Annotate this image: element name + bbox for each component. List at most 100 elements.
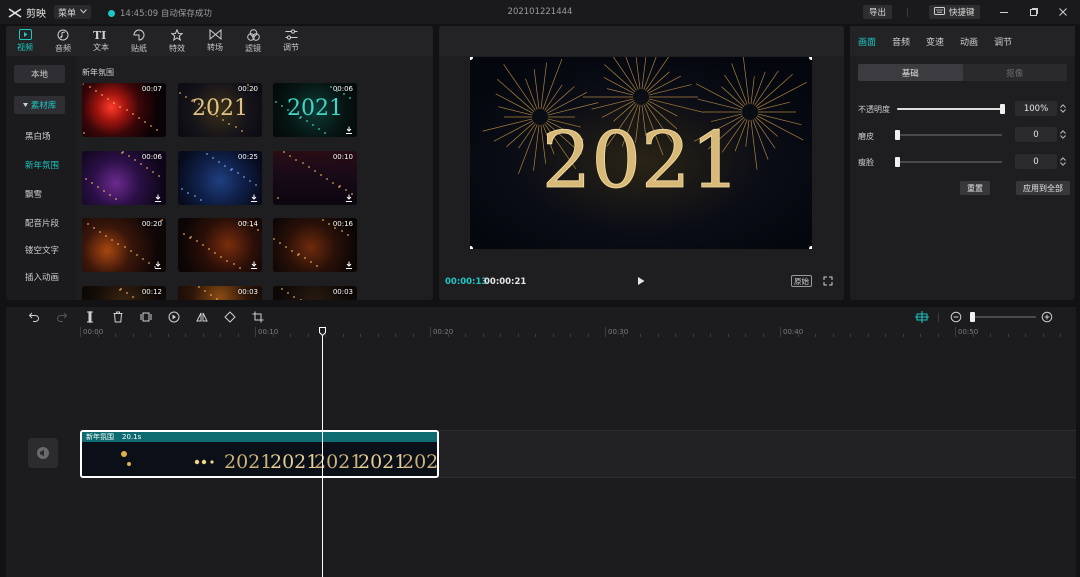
tab-animation[interactable]: 动画	[960, 35, 978, 48]
download-icon[interactable]	[154, 261, 162, 269]
track-mute-button[interactable]	[28, 438, 58, 468]
ruler-minor-tick	[132, 334, 134, 337]
tab-picture[interactable]: 画面	[858, 35, 876, 48]
sidebar-item-library[interactable]: 素材库	[14, 96, 65, 114]
tab-sticker[interactable]: 贴纸	[120, 26, 158, 56]
media-thumbnail[interactable]: 00:10	[273, 151, 357, 205]
smooth-skin-stepper[interactable]	[1058, 127, 1067, 142]
zoom-in-icon[interactable]	[1041, 311, 1053, 323]
sidebar-item-voiceover[interactable]: 配音片段	[14, 214, 65, 232]
sidebar-item-black-white[interactable]: 黑白场	[14, 127, 65, 145]
crop-handle-tr[interactable]	[809, 57, 812, 60]
media-thumbnail[interactable]: 2021 00:20	[178, 83, 262, 137]
reverse-icon[interactable]	[168, 311, 180, 323]
media-thumbnail[interactable]: 00:07	[82, 83, 166, 137]
media-thumbnail[interactable]: 2021 00:06	[273, 83, 357, 137]
ruler-minor-tick	[885, 334, 886, 337]
smooth-skin-slider[interactable]	[895, 130, 1002, 140]
sticker-icon	[133, 29, 145, 41]
zoom-out-icon[interactable]	[950, 311, 962, 323]
rotate-icon[interactable]	[224, 311, 236, 323]
redo-icon[interactable]	[56, 311, 68, 323]
menu-button[interactable]: 菜单	[54, 5, 92, 19]
sparkle-dot	[150, 125, 152, 127]
tab-filter[interactable]: 滤镜	[234, 26, 272, 56]
download-icon[interactable]	[345, 126, 353, 134]
slider-handle[interactable]	[1000, 104, 1005, 114]
slim-face-stepper[interactable]	[1058, 154, 1067, 169]
snap-icon[interactable]	[915, 311, 929, 323]
undo-icon[interactable]	[28, 311, 40, 323]
slider-handle[interactable]	[895, 157, 900, 167]
download-icon[interactable]	[250, 194, 258, 202]
slim-face-value[interactable]: 0	[1015, 154, 1057, 169]
crop-icon[interactable]	[252, 311, 264, 323]
shortcuts-button[interactable]: 快捷键	[929, 5, 980, 19]
sidebar-item-local[interactable]: 本地	[14, 65, 65, 83]
opacity-slider[interactable]	[897, 104, 1005, 114]
minimize-icon[interactable]	[997, 5, 1011, 19]
preview-video[interactable]: 2021	[470, 57, 812, 249]
keyboard-icon	[934, 6, 945, 18]
zoom-slider-handle[interactable]	[969, 312, 975, 322]
download-icon[interactable]	[345, 194, 353, 202]
export-button[interactable]: 导出	[863, 5, 893, 19]
download-icon[interactable]	[345, 261, 353, 269]
close-icon[interactable]	[1056, 5, 1070, 19]
reset-button[interactable]: 重置	[960, 181, 990, 195]
tab-transition[interactable]: 转场	[196, 26, 234, 56]
sidebar-item-insert-animation[interactable]: 插入动画	[14, 268, 65, 286]
media-thumbnail[interactable]: 00:12	[82, 286, 166, 300]
smooth-skin-value[interactable]: 0	[1015, 127, 1057, 142]
sparkle-dot	[235, 126, 237, 128]
crop-handle-br[interactable]	[809, 246, 812, 249]
opacity-stepper[interactable]	[1058, 101, 1067, 116]
download-icon[interactable]	[154, 194, 162, 202]
ruler-label: 00:20	[433, 328, 454, 336]
freeze-frame-icon[interactable]	[140, 311, 152, 323]
playhead-handle[interactable]	[318, 327, 326, 337]
split-icon[interactable]	[84, 311, 96, 323]
slim-face-slider[interactable]	[895, 157, 1002, 167]
zoom-slider[interactable]	[970, 316, 1036, 318]
tab-audio-settings[interactable]: 音频	[892, 35, 910, 48]
fullscreen-icon[interactable]	[823, 276, 833, 286]
sparkle-dot	[85, 178, 87, 180]
ruler-minor-tick	[342, 334, 344, 337]
download-icon[interactable]	[250, 261, 258, 269]
media-thumbnail[interactable]: 00:14	[178, 218, 262, 272]
time-ruler[interactable]: 00:00 00:10 00:20 00:30 00:40 00:50	[80, 327, 1076, 339]
segment-basic[interactable]: 基础	[858, 64, 963, 81]
crop-handle-bl[interactable]	[470, 246, 473, 249]
segment-keying[interactable]: 抠像	[963, 64, 1068, 81]
sidebar-item-snow[interactable]: 飘雪	[14, 185, 65, 203]
tab-speed[interactable]: 变速	[926, 35, 944, 48]
playhead[interactable]	[321, 327, 323, 577]
tab-text[interactable]: TI 文本	[82, 26, 120, 56]
media-thumbnail[interactable]: 00:25	[178, 151, 262, 205]
sidebar-item-new-year[interactable]: 新年氛围	[14, 156, 65, 174]
tab-audio[interactable]: 音频	[44, 26, 82, 56]
maximize-icon[interactable]	[1027, 5, 1041, 19]
media-thumbnail[interactable]: 00:03	[178, 286, 262, 300]
mirror-icon[interactable]	[196, 311, 208, 323]
delete-icon[interactable]	[112, 311, 124, 323]
tab-adjustment[interactable]: 调节	[994, 35, 1012, 48]
media-thumbnail[interactable]: 00:03	[273, 286, 357, 300]
slider-handle[interactable]	[895, 130, 900, 140]
apply-all-button[interactable]: 应用到全部	[1016, 181, 1070, 195]
timeline-clip[interactable]: 新年氛围 20.1s 2021 2021 2021 2021 2021	[80, 430, 439, 478]
tab-adjust[interactable]: 调节	[272, 26, 310, 56]
aspect-ratio-button[interactable]: 原始	[791, 275, 812, 287]
media-thumbnail[interactable]: 00:16	[273, 218, 357, 272]
ruler-minor-tick	[1060, 334, 1061, 337]
header-divider	[907, 8, 908, 17]
tab-video[interactable]: 视频	[6, 26, 44, 56]
media-thumbnail[interactable]: 00:06	[82, 151, 166, 205]
ruler-minor-tick	[517, 334, 519, 337]
sidebar-item-hollow-text[interactable]: 镂空文字	[14, 241, 65, 259]
media-thumbnail[interactable]: 00:20	[82, 218, 166, 272]
play-icon[interactable]	[636, 276, 646, 286]
opacity-value[interactable]: 100%	[1015, 101, 1057, 116]
tab-effects[interactable]: 特效	[158, 26, 196, 56]
